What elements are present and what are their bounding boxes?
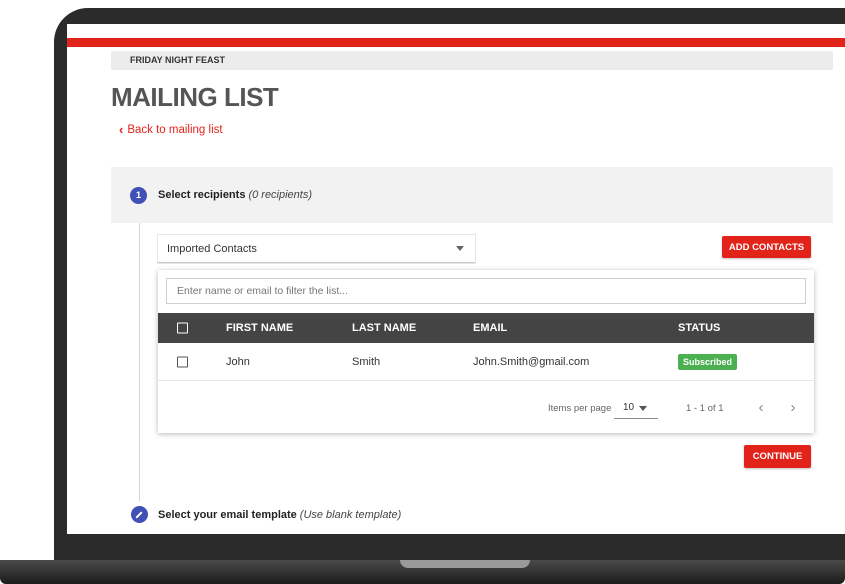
step-select-template[interactable]: Select your email template (Use blank tem… bbox=[158, 509, 401, 521]
back-to-mailing-list-link[interactable]: ‹ Back to mailing list bbox=[119, 122, 223, 137]
top-accent-bar bbox=[67, 38, 845, 47]
items-per-page-label: Items per page bbox=[548, 403, 612, 414]
step-number-badge: 1 bbox=[130, 187, 147, 204]
step-pencil-badge bbox=[131, 506, 148, 523]
select-all-checkbox[interactable] bbox=[177, 322, 188, 334]
column-header-first-name[interactable]: FIRST NAME bbox=[226, 322, 293, 334]
contact-list-selected-value: Imported Contacts bbox=[167, 243, 257, 255]
app-screen: FRIDAY NIGHT FEAST MAILING LIST ‹ Back t… bbox=[67, 24, 845, 534]
brand-strip: FRIDAY NIGHT FEAST bbox=[111, 51, 833, 70]
chevron-left-icon[interactable]: ‹ bbox=[752, 397, 770, 417]
column-header-email[interactable]: EMAIL bbox=[473, 322, 507, 334]
table-row[interactable]: John Smith John.Smith@gmail.com Subscrib… bbox=[158, 343, 814, 381]
contact-list-select[interactable]: Imported Contacts bbox=[158, 235, 475, 263]
row-checkbox[interactable] bbox=[177, 356, 188, 367]
filter-input[interactable] bbox=[166, 278, 806, 304]
cell-first-name: John bbox=[226, 355, 250, 368]
step-connector-line bbox=[139, 223, 140, 501]
recipient-count: (0 recipients) bbox=[248, 189, 313, 201]
step-title: Select recipients (0 recipients) bbox=[158, 189, 312, 201]
table-header: FIRST NAME LAST NAME EMAIL STATUS bbox=[158, 313, 814, 343]
brand-name: FRIDAY NIGHT FEAST bbox=[130, 55, 226, 65]
cell-last-name: Smith bbox=[352, 355, 381, 368]
caret-down-icon bbox=[456, 246, 464, 251]
laptop-notch bbox=[400, 560, 530, 568]
add-contacts-button[interactable]: ADD CONTACTS bbox=[722, 236, 811, 258]
status-badge: Subscribed bbox=[678, 353, 738, 370]
chevron-right-icon[interactable]: › bbox=[784, 397, 802, 417]
cell-email: John.Smith@gmail.com bbox=[473, 355, 590, 368]
back-link-label: Back to mailing list bbox=[127, 123, 223, 136]
contacts-table-card: FIRST NAME LAST NAME EMAIL STATUS John S… bbox=[158, 270, 814, 433]
pagination-bar: Items per page 10 1 - 1 of 1 ‹ › bbox=[158, 381, 814, 433]
column-header-last-name[interactable]: LAST NAME bbox=[352, 322, 416, 334]
items-per-page-value: 10 bbox=[623, 402, 635, 413]
caret-down-icon bbox=[639, 406, 647, 411]
column-header-status[interactable]: STATUS bbox=[678, 322, 720, 334]
continue-button[interactable]: CONTINUE bbox=[744, 445, 811, 468]
step-title-text: Select recipients bbox=[158, 189, 246, 201]
chevron-left-icon: ‹ bbox=[119, 122, 124, 137]
page-range-label: 1 - 1 of 1 bbox=[686, 403, 724, 414]
items-per-page-select[interactable]: 10 bbox=[614, 397, 658, 419]
cell-status: Subscribed bbox=[678, 353, 738, 370]
template-choice: (Use blank template) bbox=[299, 509, 402, 521]
page-title: MAILING LIST bbox=[111, 82, 279, 112]
step-title-text: Select your email template bbox=[158, 509, 297, 521]
pencil-icon bbox=[135, 511, 143, 519]
step-select-recipients: 1 Select recipients (0 recipients) bbox=[111, 167, 833, 223]
